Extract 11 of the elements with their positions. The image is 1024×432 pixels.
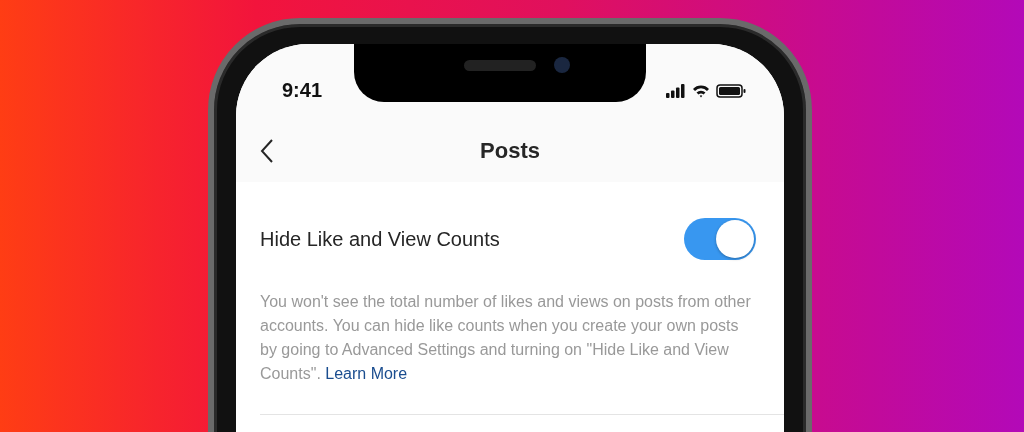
- signal-icon: [666, 83, 686, 98]
- header-title: Posts: [480, 137, 540, 164]
- setting-description: You won't see the total number of likes and views on posts from other accounts. You can hide like counts when you create your own posts by going to Advanced Settings and turning on "Hide Like and View Counts". Learn More: [260, 292, 752, 384]
- setting-label: Hide Like and View Counts: [260, 227, 500, 251]
- chevron-left-icon: [260, 138, 274, 164]
- toggle-switch[interactable]: [684, 218, 756, 260]
- back-button[interactable]: [260, 137, 276, 165]
- learn-more-link[interactable]: Learn More: [325, 365, 408, 382]
- status-time: 9:41: [282, 79, 323, 102]
- battery-icon: [716, 83, 746, 98]
- wifi-icon: [692, 83, 710, 98]
